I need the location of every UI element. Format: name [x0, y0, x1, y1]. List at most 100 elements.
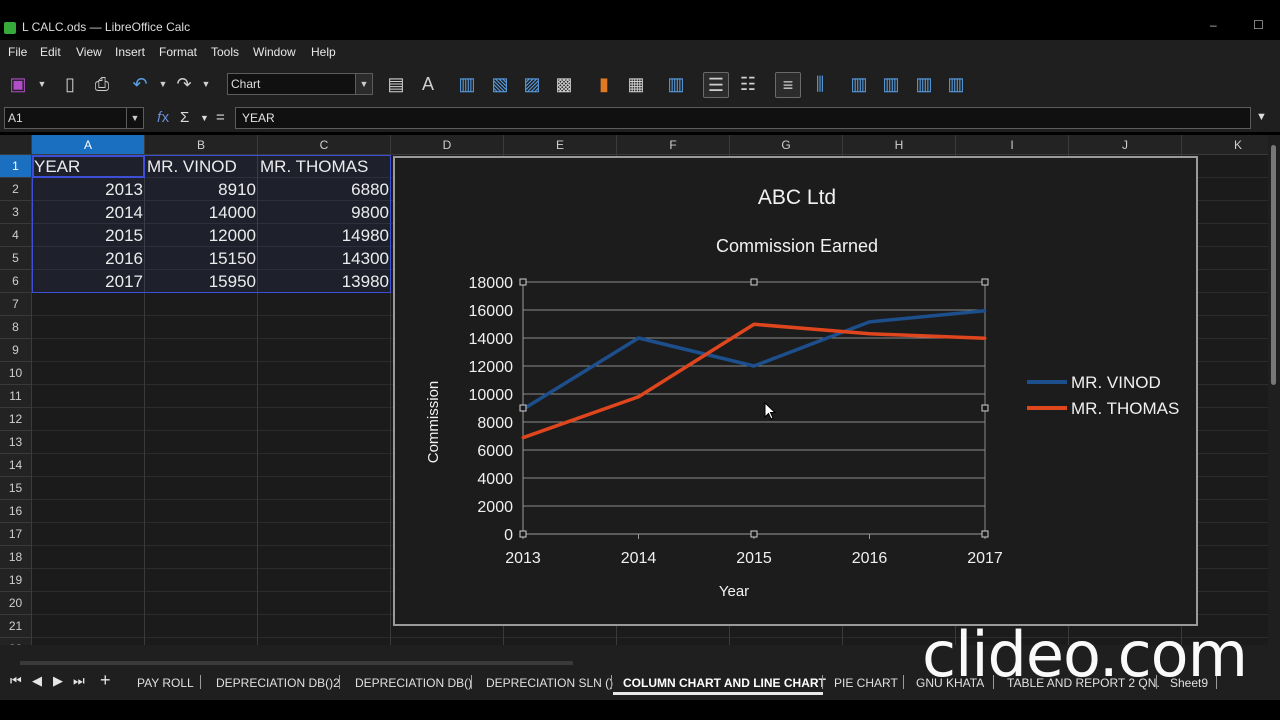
data-point[interactable] [983, 336, 987, 340]
cell-b4[interactable]: 12000 [145, 224, 258, 247]
column-header-e[interactable]: E [504, 135, 617, 155]
data-point[interactable] [637, 395, 640, 399]
vertical-gridlines-icon[interactable]: ⫼ [808, 72, 832, 96]
column-header-f[interactable]: F [617, 135, 730, 155]
function-wizard-icon[interactable]: 𝑓x [157, 109, 169, 126]
cell-c4[interactable]: 14980 [258, 224, 391, 247]
horizontal-gridlines-icon[interactable]: ≡ [775, 72, 801, 98]
next-sheet-button[interactable]: ▶ [53, 673, 63, 689]
name-box[interactable]: A1 ▼ [4, 107, 144, 129]
insert-titles-icon[interactable]: ▥ [912, 72, 936, 96]
cell-a4[interactable]: 2015 [32, 224, 145, 247]
column-header-i[interactable]: I [956, 135, 1069, 155]
legend-icon[interactable]: ☷ [736, 72, 760, 96]
horizontal-grids-icon[interactable]: ▥ [664, 72, 688, 96]
chart-type-icon[interactable]: ▥ [455, 72, 479, 96]
cell-b2[interactable]: 8910 [145, 178, 258, 201]
menu-format[interactable]: Format [159, 45, 197, 59]
row-header-14[interactable]: 14 [0, 454, 32, 477]
column-header-c[interactable]: C [258, 135, 391, 155]
cell-c2[interactable]: 6880 [258, 178, 391, 201]
sheet-tab-1[interactable]: PAY ROLL [137, 676, 194, 690]
selection-handle[interactable] [981, 278, 989, 286]
menu-edit[interactable]: Edit [40, 45, 61, 59]
3d-view-icon[interactable]: ▩ [552, 72, 576, 96]
row-header-16[interactable]: 16 [0, 500, 32, 523]
line-chart[interactable]: 0 2000 4000 6000 8000 10000 12000 14000 16000 180… [393, 156, 1198, 626]
column-header-b[interactable]: B [145, 135, 258, 155]
row-header-18[interactable]: 18 [0, 546, 32, 569]
chart-wall-icon[interactable]: ▧ [488, 72, 512, 96]
cell-a3[interactable]: 2014 [32, 201, 145, 224]
formula-input[interactable]: YEAR [235, 107, 1251, 129]
cell-c5[interactable]: 14300 [258, 247, 391, 270]
chart-subtitle[interactable]: Commission Earned [716, 236, 878, 256]
print-icon[interactable]: ⎙ [90, 72, 114, 96]
select-all-corner[interactable] [0, 135, 32, 155]
row-header-7[interactable]: 7 [0, 293, 32, 316]
row-header-11[interactable]: 11 [0, 385, 32, 408]
column-header-j[interactable]: J [1069, 135, 1182, 155]
cell-b5[interactable]: 15150 [145, 247, 258, 270]
save-icon[interactable]: ▣ [6, 72, 30, 96]
data-point[interactable] [752, 364, 756, 368]
row-header-22[interactable]: 22 [0, 638, 32, 645]
row-header-12[interactable]: 12 [0, 408, 32, 431]
row-header-8[interactable]: 8 [0, 316, 32, 339]
cell-a5[interactable]: 2016 [32, 247, 145, 270]
chart-type-bar-icon[interactable]: ▮ [592, 72, 616, 96]
cell-b3[interactable]: 14000 [145, 201, 258, 224]
vertical-scrollbar-thumb[interactable] [1271, 145, 1276, 385]
cell-c1[interactable]: MR. THOMAS [258, 155, 391, 178]
row-header-19[interactable]: 19 [0, 569, 32, 592]
cell-a2[interactable]: 2013 [32, 178, 145, 201]
add-sheet-button[interactable]: + [100, 670, 111, 691]
row-header-2[interactable]: 2 [0, 178, 32, 201]
selection-handle[interactable] [519, 404, 527, 412]
row-header-10[interactable]: 10 [0, 362, 32, 385]
cell-b6[interactable]: 15950 [145, 270, 258, 293]
chart-title[interactable]: ABC Ltd [758, 186, 836, 209]
chevron-down-icon[interactable]: ▼ [355, 74, 372, 94]
save-dropdown-icon[interactable]: ▼ [30, 72, 54, 96]
sheet-tab-5[interactable]: COLUMN CHART AND LINE CHART [623, 676, 826, 690]
first-sheet-button[interactable]: ⏮ [10, 673, 22, 689]
selection-handle[interactable] [750, 530, 758, 538]
menu-tools[interactable]: Tools [211, 45, 239, 59]
row-header-21[interactable]: 21 [0, 615, 32, 638]
sheet-tab-2[interactable]: DEPRECIATION DB()2 [216, 676, 340, 690]
expand-formula-bar-icon[interactable]: ▼ [1256, 111, 1267, 123]
row-header-13[interactable]: 13 [0, 431, 32, 454]
cell-c6[interactable]: 13980 [258, 270, 391, 293]
format-selection-icon[interactable]: ▤ [384, 72, 408, 96]
column-header-g[interactable]: G [730, 135, 843, 155]
previous-sheet-button[interactable]: ◀ [32, 673, 42, 689]
sum-icon[interactable]: Σ [180, 109, 189, 126]
cell-b1[interactable]: MR. VINOD [145, 155, 258, 178]
menu-insert[interactable]: Insert [115, 45, 145, 59]
chevron-down-icon[interactable]: ▼ [126, 108, 143, 128]
menu-window[interactable]: Window [253, 45, 296, 59]
automatic-layout-icon[interactable]: ▥ [879, 72, 903, 96]
font-icon[interactable]: A [416, 72, 440, 96]
minimize-button[interactable]: – [1210, 18, 1217, 32]
formula-icon[interactable]: = [216, 109, 225, 126]
undo-icon[interactable]: ↶ [128, 72, 152, 96]
data-point[interactable] [752, 322, 756, 326]
data-point[interactable] [868, 320, 871, 324]
menu-view[interactable]: View [76, 45, 102, 59]
cell-c3[interactable]: 9800 [258, 201, 391, 224]
scale-text-icon[interactable]: ▥ [847, 72, 871, 96]
selection-handle[interactable] [750, 278, 758, 286]
row-header-6[interactable]: 6 [0, 270, 32, 293]
row-header-5[interactable]: 5 [0, 247, 32, 270]
x-axis-title[interactable]: Year [719, 583, 749, 600]
menu-help[interactable]: Help [311, 45, 336, 59]
selection-handle[interactable] [981, 404, 989, 412]
data-point[interactable] [521, 436, 525, 440]
sheet-tab-6[interactable]: PIE CHART [834, 676, 898, 690]
row-header-15[interactable]: 15 [0, 477, 32, 500]
sum-dropdown-icon[interactable]: ▼ [200, 113, 209, 123]
selection-handle[interactable] [519, 278, 527, 286]
row-header-17[interactable]: 17 [0, 523, 32, 546]
